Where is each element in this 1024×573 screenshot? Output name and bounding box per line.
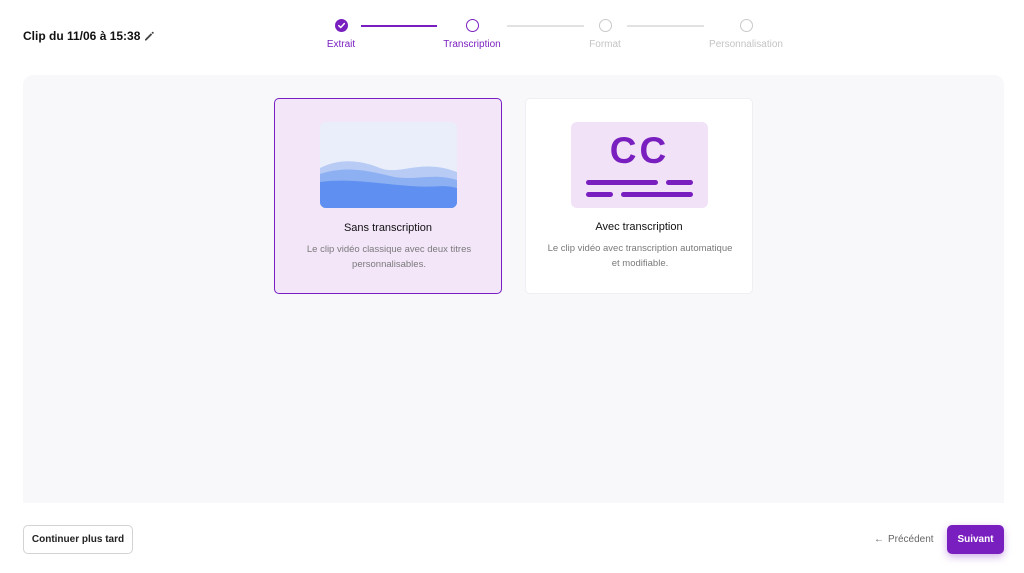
option-avec-transcription[interactable]: CC Avec transcription Le clip vidéo avec… (525, 98, 753, 294)
cc-label: CC (609, 130, 670, 171)
pending-step-dot (739, 19, 753, 32)
arrow-left-icon: ← (874, 534, 884, 545)
next-button[interactable]: Suivant (947, 525, 1004, 554)
check-icon (334, 19, 348, 32)
step-extrait[interactable]: Extrait (281, 19, 401, 50)
caption-line (666, 180, 693, 185)
step-transcription[interactable]: Transcription (412, 19, 532, 50)
step-label: Transcription (443, 39, 501, 50)
closed-captions-icon: CC (571, 122, 708, 208)
step-format: Format (545, 19, 665, 50)
pending-step-dot (598, 19, 612, 32)
previous-button[interactable]: ← Précédent (874, 531, 934, 548)
step-personnalisation: Personnalisation (686, 19, 806, 50)
caption-line (621, 192, 693, 197)
progress-stepper: Extrait Transcription Format Personnalis… (0, 0, 1024, 60)
options-panel (23, 75, 1004, 503)
option-title: Sans transcription (343, 222, 433, 234)
option-description: Le clip vidéo classique avec deux titres… (306, 244, 472, 270)
step-label: Personnalisation (709, 39, 783, 50)
caption-line (586, 192, 613, 197)
waves-image-icon (320, 122, 457, 208)
step-label: Format (589, 39, 621, 50)
step-label: Extrait (326, 39, 356, 50)
caption-line (586, 180, 658, 185)
option-description: Le clip vidéo avec transcription automat… (547, 243, 733, 269)
continue-later-button[interactable]: Continuer plus tard (23, 525, 133, 554)
option-title: Avec transcription (595, 221, 683, 233)
current-step-dot (465, 19, 479, 32)
previous-label: Précédent (888, 534, 934, 545)
option-sans-transcription[interactable]: Sans transcription Le clip vidéo classiq… (274, 98, 502, 294)
